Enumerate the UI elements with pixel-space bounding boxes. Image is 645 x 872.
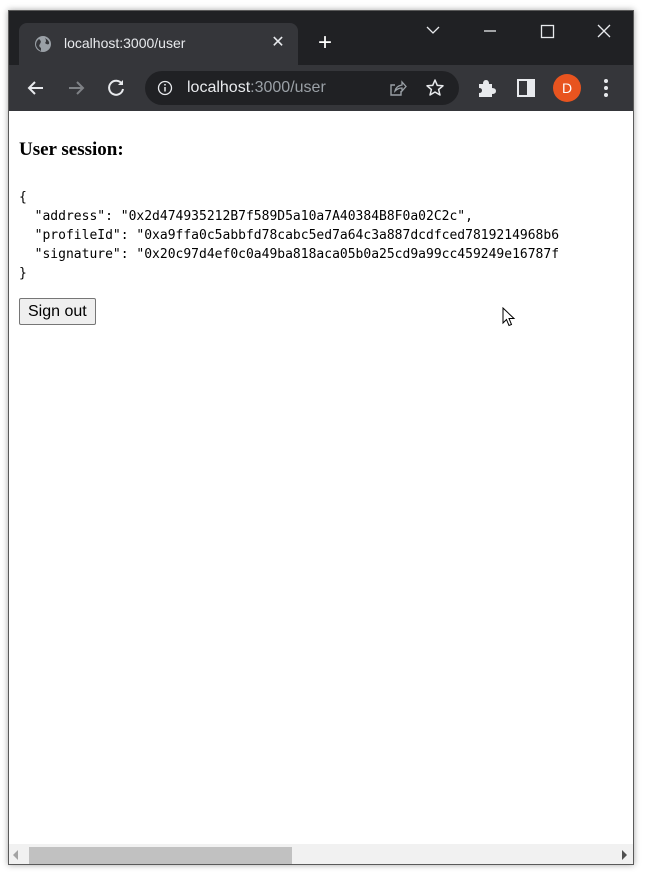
sign-out-button[interactable]: Sign out bbox=[19, 298, 96, 325]
maximize-button[interactable] bbox=[527, 19, 567, 43]
mouse-cursor-icon bbox=[502, 307, 516, 327]
info-icon[interactable] bbox=[157, 80, 173, 96]
globe-icon bbox=[35, 36, 51, 52]
browser-tab[interactable]: localhost:3000/user ✕ bbox=[19, 23, 298, 65]
profile-avatar[interactable]: D bbox=[553, 74, 581, 102]
back-icon[interactable] bbox=[21, 73, 51, 103]
page-content: User session: { "address": "0x2d47493521… bbox=[9, 111, 633, 844]
reload-icon[interactable] bbox=[101, 73, 131, 103]
forward-icon[interactable] bbox=[61, 73, 91, 103]
session-json: { "address": "0x2d474935212B7f589D5a10a7… bbox=[19, 190, 560, 281]
tab-close-button[interactable]: ✕ bbox=[266, 31, 290, 55]
tab-search-button[interactable] bbox=[413, 19, 453, 43]
horizontal-scrollbar[interactable] bbox=[9, 844, 633, 864]
new-tab-button[interactable]: + bbox=[311, 29, 339, 57]
url-path: :3000/user bbox=[250, 79, 326, 96]
url-text[interactable]: localhost:3000/user bbox=[187, 79, 326, 97]
star-icon[interactable] bbox=[425, 78, 445, 98]
side-panel-icon[interactable] bbox=[515, 77, 537, 99]
browser-window: localhost:3000/user ✕ + localhost:3000/u… bbox=[8, 10, 634, 865]
page-heading: User session: bbox=[19, 139, 124, 160]
scrollbar-thumb[interactable] bbox=[29, 847, 292, 864]
close-window-button[interactable] bbox=[584, 19, 624, 43]
minimize-button[interactable] bbox=[470, 19, 510, 43]
address-bar[interactable]: localhost:3000/user bbox=[145, 71, 459, 105]
share-icon[interactable] bbox=[387, 78, 407, 98]
kebab-menu-icon[interactable] bbox=[597, 77, 615, 99]
puzzle-icon[interactable] bbox=[475, 77, 497, 99]
scroll-left-arrow-icon[interactable] bbox=[13, 850, 18, 860]
title-bar: localhost:3000/user ✕ + bbox=[9, 11, 633, 65]
browser-toolbar: localhost:3000/user D bbox=[9, 65, 633, 111]
url-host: localhost bbox=[187, 79, 251, 96]
scroll-right-arrow-icon[interactable] bbox=[622, 850, 627, 860]
tab-title: localhost:3000/user bbox=[64, 35, 186, 51]
